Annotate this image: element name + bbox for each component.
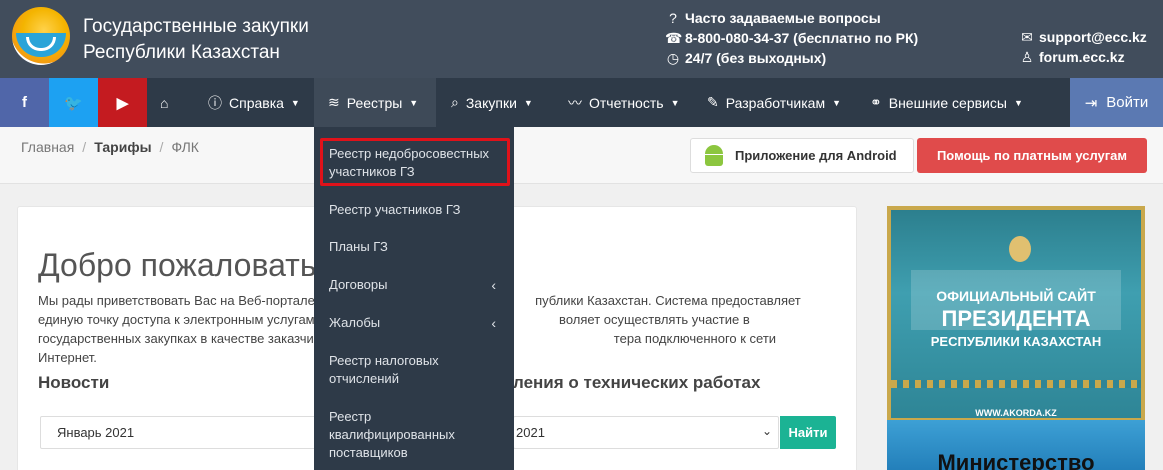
dropdown-item-complaints[interactable]: Жалобы ‹: [314, 314, 514, 332]
top-header: Государственные закупки Республики Казах…: [0, 0, 1163, 78]
site-title-line2: Республики Казахстан: [83, 42, 280, 63]
nav-external[interactable]: ⚭ Внешние сервисы ▼: [862, 78, 1031, 127]
paid-help-button[interactable]: Помощь по платным услугам: [917, 138, 1147, 173]
caret-down-icon: ▼: [832, 97, 842, 108]
android-icon: [703, 143, 725, 169]
breadcrumb-home[interactable]: Главная: [21, 139, 74, 155]
ministry-text: Министерство: [937, 450, 1095, 470]
site-logo[interactable]: [12, 7, 70, 65]
nav-help[interactable]: ⓘ Справка ▼: [200, 78, 308, 127]
emblem-icon: [1009, 236, 1031, 262]
dropdown-item-contracts[interactable]: Договоры ‹: [314, 276, 514, 294]
android-app-button[interactable]: Приложение для Android: [690, 138, 914, 173]
facebook-icon: f: [22, 94, 27, 111]
registries-dropdown: Реестр недобросовестных участников ГЗ Ре…: [314, 127, 514, 470]
welcome-heading: Добро пожаловать!: [38, 247, 326, 283]
search-icon: ⌕: [451, 94, 459, 110]
banner-line1: ОФИЦИАЛЬНЫЙ САЙТ: [936, 288, 1096, 304]
breadcrumb-bar: Главная / Тарифы / ФЛК Приложение для Androi…: [0, 127, 1163, 184]
main-nav: f 🐦 ▶ ⌂ ⓘ Справка ▼ ≋ Реестры ▼ ⌕ Закупки ▼ 〰 О…: [0, 78, 1163, 127]
support-links: ✉ support@ecc.kz ♙ forum.ecc.kz: [1019, 27, 1147, 67]
news-month-select[interactable]: Январь 2021: [40, 416, 330, 449]
nav-reports[interactable]: 〰 Отчетность ▼: [560, 78, 687, 127]
home-icon: ⌂: [160, 94, 169, 111]
facebook-button[interactable]: f: [0, 78, 49, 127]
ministry-banner[interactable]: Министерство: [887, 420, 1145, 470]
breadcrumb: Главная / Тарифы / ФЛК: [21, 139, 199, 155]
phone-info: ☎ 8-800-080-34-37 (бесплатно по РК): [665, 30, 919, 46]
nav-purchases[interactable]: ⌕ Закупки ▼: [443, 78, 541, 127]
site-title-line1: Государственные закупки: [83, 16, 309, 37]
caret-down-icon: ▼: [290, 97, 300, 108]
question-icon: ?: [669, 10, 677, 26]
find-button[interactable]: Найти: [780, 416, 836, 449]
forum-link[interactable]: ♙ forum.ecc.kz: [1019, 47, 1147, 67]
site-title[interactable]: Государственные закупки Республики Казах…: [83, 14, 309, 66]
youtube-button[interactable]: ▶: [98, 78, 147, 127]
caret-down-icon: ▼: [523, 97, 533, 108]
ornament-strip: [891, 380, 1141, 388]
highlight-box: [320, 138, 510, 186]
twitter-button[interactable]: 🐦: [49, 78, 98, 127]
question-circle-icon: ⓘ: [208, 94, 222, 111]
layers-icon: ≋: [328, 94, 340, 110]
banner-line3: РЕСПУБЛИКИ КАЗАХСТАН: [930, 334, 1102, 349]
banner-line2: ПРЕЗИДЕНТА: [941, 306, 1091, 331]
youtube-icon: ▶: [116, 94, 129, 112]
login-button[interactable]: ⇥ Войти: [1070, 78, 1163, 127]
users-icon: ♙: [1020, 49, 1034, 65]
phone-icon: ☎: [665, 30, 683, 46]
faq-link[interactable]: ? Часто задаваемые вопросы: [665, 8, 918, 28]
chevron-down-icon: ⌄: [761, 424, 772, 438]
news-title: Новости: [38, 373, 110, 392]
dropdown-item-tax[interactable]: Реестр налоговых отчислений: [314, 352, 464, 388]
chevron-left-icon: ‹: [491, 315, 496, 331]
nav-developers[interactable]: ✎ Разработчикам ▼: [699, 78, 849, 127]
link-icon: ⚭: [870, 94, 882, 110]
sign-in-icon: ⇥: [1084, 94, 1098, 112]
banner-url: WWW.AKORDA.KZ: [975, 408, 1057, 418]
twitter-icon: 🐦: [64, 94, 83, 112]
contact-info: ? Часто задаваемые вопросы ☎ 8-800-080-34-…: [665, 8, 918, 68]
email-link[interactable]: ✉ support@ecc.kz: [1019, 27, 1147, 47]
dropdown-item-qualified[interactable]: Реестр квалифицированных поставщиков: [314, 408, 464, 462]
caret-down-icon: ▼: [1013, 97, 1023, 108]
home-button[interactable]: ⌂: [152, 78, 176, 127]
caret-down-icon: ▼: [409, 97, 419, 108]
tech-works-title: ления о технических работах: [513, 373, 761, 392]
chevron-left-icon: ‹: [491, 277, 496, 293]
dropdown-item-plans[interactable]: Планы ГЗ: [314, 238, 514, 256]
envelope-icon: ✉: [1021, 29, 1033, 45]
tech-month-select[interactable]: 2021 ⌄: [513, 416, 779, 449]
wrench-icon: ✎: [707, 94, 719, 110]
hours-info: ◷ 24/7 (без выходных): [666, 50, 827, 66]
caret-down-icon: ▼: [670, 97, 680, 108]
president-banner[interactable]: ОФИЦИАЛЬНЫЙ САЙТ ПРЕЗИДЕНТА РЕСПУБЛИКИ К…: [887, 206, 1145, 422]
breadcrumb-flk: ФЛК: [171, 139, 199, 155]
clock-icon: ◷: [666, 50, 680, 66]
dropdown-item-participants[interactable]: Реестр участников ГЗ: [314, 201, 514, 219]
breadcrumb-tariffs[interactable]: Тарифы: [94, 139, 151, 155]
line-chart-icon: 〰: [568, 94, 582, 111]
nav-registries[interactable]: ≋ Реестры ▼: [314, 78, 436, 127]
